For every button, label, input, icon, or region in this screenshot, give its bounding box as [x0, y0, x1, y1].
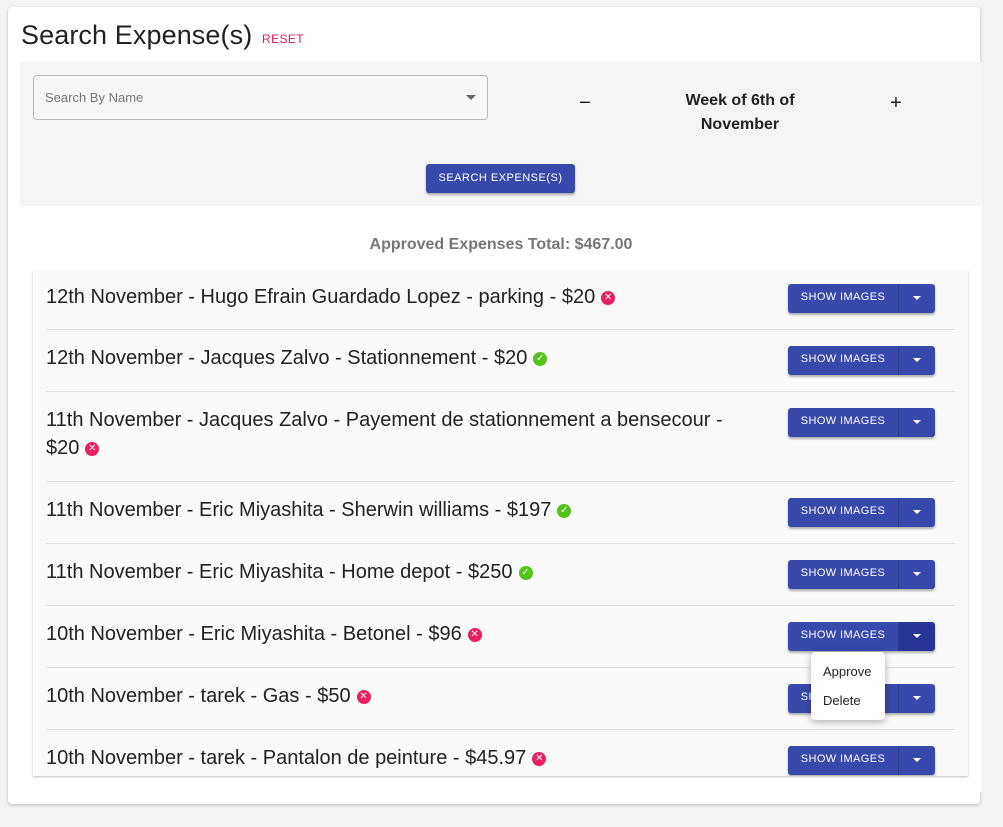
caret-down-icon [913, 510, 921, 514]
caret-down-icon [913, 572, 921, 576]
caret-down-icon [913, 358, 921, 362]
expense-row: 11th November - Eric Miyashita - Home de… [46, 544, 955, 606]
expense-actions-dropdown-button[interactable] [899, 746, 935, 775]
expense-row: 12th November - Hugo Efrain Guardado Lop… [46, 270, 955, 330]
expense-actions-dropdown-button[interactable] [899, 346, 935, 375]
show-images-button-group: SHOW IMAGES [788, 498, 935, 527]
caret-down-icon [913, 696, 921, 700]
show-images-button-group: SHOW IMAGES [788, 408, 935, 437]
expense-description: 11th November - Eric Miyashita - Home de… [46, 561, 513, 583]
expense-description: 10th November - Eric Miyashita - Betonel… [46, 623, 462, 645]
week-label: Week of 6th of November [660, 89, 820, 137]
x-circle-icon: ✕ [601, 291, 616, 305]
expense-text: 12th November - Hugo Efrain Guardado Lop… [46, 283, 736, 311]
show-images-button[interactable]: SHOW IMAGES [788, 284, 899, 313]
expense-actions-dropdown-button[interactable] [899, 684, 935, 713]
show-images-button[interactable]: SHOW IMAGES [788, 746, 899, 775]
show-images-button-group: SHOW IMAGES [788, 346, 935, 375]
show-images-button-group: SHOW IMAGES [788, 560, 935, 589]
caret-down-icon [913, 634, 921, 638]
x-circle-icon: ✕ [532, 752, 547, 766]
expense-text: 11th November - Eric Miyashita - Sherwin… [46, 496, 736, 524]
x-circle-icon: ✕ [356, 690, 371, 704]
delete-menu-item[interactable]: Delete [823, 693, 861, 708]
expense-description: 11th November - Eric Miyashita - Sherwin… [46, 499, 552, 521]
show-images-button[interactable]: SHOW IMAGES [788, 622, 899, 651]
search-expenses-button[interactable]: SEARCH EXPENSE(S) [426, 164, 575, 193]
show-images-button[interactable]: SHOW IMAGES [788, 346, 899, 375]
expense-description: 10th November - tarek - Gas - $50 [46, 685, 351, 707]
expense-row: 12th November - Jacques Zalvo - Stationn… [46, 330, 955, 392]
show-images-button[interactable]: SHOW IMAGES [788, 498, 899, 527]
expense-description: 10th November - tarek - Pantalon de pein… [46, 747, 527, 769]
approved-expenses-total: Approved Expenses Total: $467.00 [369, 236, 633, 253]
chevron-down-icon [466, 95, 476, 100]
expense-actions-menu: Approve Delete [811, 652, 885, 720]
check-circle-icon: ✓ [557, 504, 572, 518]
x-circle-icon: ✕ [467, 628, 482, 642]
caret-down-icon [913, 758, 921, 762]
expense-row: 11th November - Jacques Zalvo - Payement… [46, 392, 955, 482]
expense-description: 12th November - Jacques Zalvo - Stationn… [46, 347, 528, 369]
expense-description: 11th November - Jacques Zalvo - Payement… [46, 409, 723, 459]
expense-text: 11th November - Eric Miyashita - Home de… [46, 558, 736, 586]
expense-text: 10th November - tarek - Pantalon de pein… [46, 744, 736, 772]
expense-actions-dropdown-button[interactable] [899, 498, 935, 527]
expense-actions-dropdown-button[interactable] [899, 560, 935, 589]
reset-link[interactable]: RESET [262, 32, 304, 46]
caret-down-icon [913, 296, 921, 300]
show-images-button-group: SHOW IMAGES [788, 284, 935, 313]
week-label-line1: Week of 6th of [685, 92, 795, 109]
search-by-name-placeholder: Search By Name [45, 90, 144, 105]
show-images-button[interactable]: SHOW IMAGES [788, 408, 899, 437]
expense-actions-dropdown-button[interactable] [899, 408, 935, 437]
next-week-button[interactable]: + [881, 88, 911, 118]
x-circle-icon: ✕ [85, 442, 100, 456]
page-title: Search Expense(s) [21, 20, 253, 50]
expense-text: 10th November - tarek - Gas - $50 ✕ [46, 682, 736, 710]
expense-description: 12th November - Hugo Efrain Guardado Lop… [46, 286, 596, 308]
expense-row: 11th November - Eric Miyashita - Sherwin… [46, 482, 955, 544]
expense-text: 10th November - Eric Miyashita - Betonel… [46, 620, 736, 648]
expense-text: 12th November - Jacques Zalvo - Stationn… [46, 344, 736, 372]
week-label-line2: November [700, 116, 780, 133]
approve-menu-item[interactable]: Approve [823, 664, 871, 679]
show-images-button-group: SHOW IMAGES [788, 746, 935, 775]
expense-text: 11th November - Jacques Zalvo - Payement… [46, 406, 736, 462]
expense-row: 10th November - tarek - Pantalon de pein… [46, 730, 955, 776]
check-circle-icon: ✓ [533, 352, 548, 366]
caret-down-icon [913, 420, 921, 424]
search-by-name-select[interactable]: Search By Name [33, 75, 488, 120]
previous-week-button[interactable]: − [570, 88, 600, 118]
show-images-button-group: SHOW IMAGES [788, 622, 935, 651]
expense-actions-dropdown-button[interactable] [899, 622, 935, 651]
check-circle-icon: ✓ [518, 566, 533, 580]
show-images-button[interactable]: SHOW IMAGES [788, 560, 899, 589]
expense-actions-dropdown-button[interactable] [899, 284, 935, 313]
